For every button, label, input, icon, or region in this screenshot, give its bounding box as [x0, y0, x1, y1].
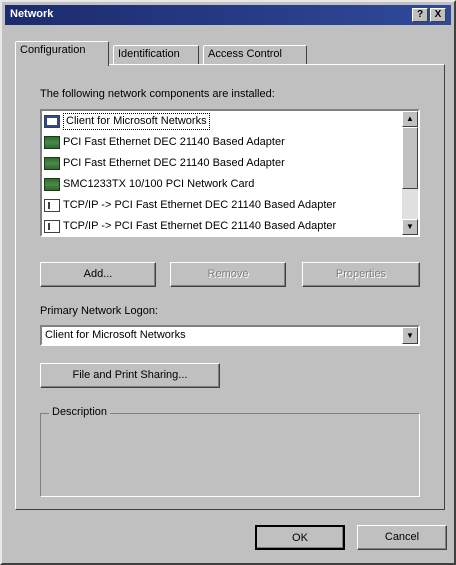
logon-label: Primary Network Logon:: [40, 305, 158, 317]
description-label: Description: [49, 406, 111, 418]
protocol-icon: [44, 199, 60, 212]
scroll-up-icon[interactable]: ▲: [402, 111, 418, 127]
logon-value: Client for Microsoft Networks: [45, 329, 186, 341]
network-dialog: Network ? X Configuration Identification…: [0, 0, 456, 565]
components-list[interactable]: Client for Microsoft Networks PCI Fast E…: [40, 109, 420, 237]
list-item[interactable]: Client for Microsoft Networks: [42, 111, 402, 132]
title-bar[interactable]: Network ? X: [5, 5, 451, 25]
scroll-down-icon[interactable]: ▼: [402, 219, 418, 235]
tab-configuration[interactable]: Configuration: [15, 41, 109, 66]
cancel-button[interactable]: Cancel: [357, 525, 447, 550]
logon-select[interactable]: Client for Microsoft Networks ▼: [40, 325, 420, 346]
list-item[interactable]: PCI Fast Ethernet DEC 21140 Based Adapte…: [42, 153, 402, 174]
adapter-icon: [44, 178, 60, 191]
components-label: The following network components are ins…: [40, 88, 275, 100]
list-item-label: SMC1233TX 10/100 PCI Network Card: [63, 178, 255, 190]
close-button[interactable]: X: [430, 8, 446, 22]
list-item[interactable]: SMC1233TX 10/100 PCI Network Card: [42, 174, 402, 195]
adapter-icon: [44, 136, 60, 149]
window-title: Network: [10, 8, 54, 20]
list-item-label: Client for Microsoft Networks: [63, 113, 210, 130]
list-item-label: PCI Fast Ethernet DEC 21140 Based Adapte…: [63, 157, 285, 169]
list-item[interactable]: TCP/IP -> PCI Fast Ethernet DEC 21140 Ba…: [42, 195, 402, 216]
list-item[interactable]: PCI Fast Ethernet DEC 21140 Based Adapte…: [42, 132, 402, 153]
file-print-sharing-button[interactable]: File and Print Sharing...: [40, 363, 220, 388]
scroll-thumb[interactable]: [402, 127, 418, 189]
client-icon: [44, 115, 60, 128]
add-button[interactable]: Add...: [40, 262, 156, 287]
list-item-label: TCP/IP -> PCI Fast Ethernet DEC 21140 Ba…: [63, 220, 337, 232]
properties-button[interactable]: Properties: [302, 262, 420, 287]
help-button[interactable]: ?: [412, 8, 428, 22]
protocol-icon: [44, 220, 60, 233]
list-item-label: TCP/IP -> PCI Fast Ethernet DEC 21140 Ba…: [63, 199, 337, 211]
adapter-icon: [44, 157, 60, 170]
list-item[interactable]: TCP/IP -> PCI Fast Ethernet DEC 21140 Ba…: [42, 216, 402, 235]
remove-button[interactable]: Remove: [170, 262, 286, 287]
tab-identification[interactable]: Identification: [113, 45, 199, 65]
tab-access-control[interactable]: Access Control: [203, 45, 307, 65]
ok-button[interactable]: OK: [255, 525, 345, 550]
description-group: Description: [40, 406, 420, 497]
configuration-panel: The following network components are ins…: [15, 64, 445, 510]
list-item-label: PCI Fast Ethernet DEC 21140 Based Adapte…: [63, 136, 285, 148]
chevron-down-icon[interactable]: ▼: [402, 327, 418, 344]
list-scrollbar[interactable]: ▲ ▼: [402, 111, 418, 235]
